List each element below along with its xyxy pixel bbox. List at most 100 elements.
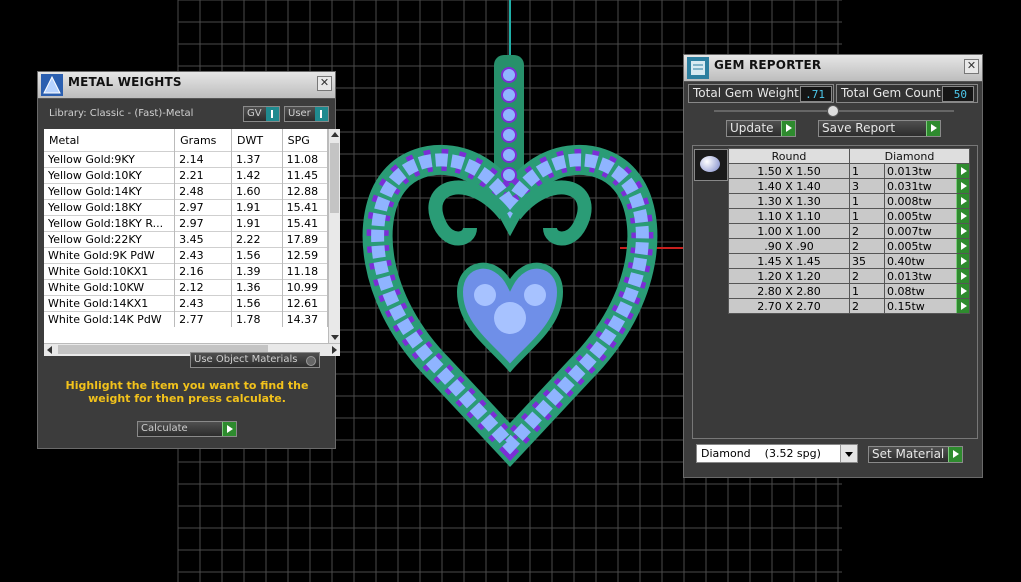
table-row[interactable]: White Gold:14K PdW 2.77 1.78 14.37 xyxy=(44,311,328,327)
save-report-button[interactable]: Save Report xyxy=(818,120,941,137)
chevron-down-icon[interactable] xyxy=(840,445,857,462)
use-object-materials-toggle[interactable]: Use Object Materials xyxy=(190,352,320,368)
table-row[interactable]: White Gold:14KX1 2.43 1.56 12.61 xyxy=(44,295,328,312)
gem-report-table[interactable]: Round Diamond 1.50 X 1.50 1 0.013tw 1.40 X … xyxy=(728,148,970,314)
close-icon[interactable]: ✕ xyxy=(964,59,979,74)
gem-count-cell: 3 xyxy=(849,178,885,194)
table-cell: 2.48 xyxy=(174,183,233,200)
cell-text: 0.008tw xyxy=(887,194,932,208)
metal-weights-app-icon xyxy=(41,74,63,96)
play-icon xyxy=(926,121,940,136)
gem-row[interactable]: 1.00 X 1.00 2 0.007tw xyxy=(728,223,970,239)
select-gem-icon[interactable] xyxy=(956,194,969,208)
gem-row[interactable]: 2.70 X 2.70 2 0.15tw xyxy=(728,298,970,314)
gem-row[interactable]: 1.40 X 1.40 3 0.031tw xyxy=(728,178,970,194)
close-icon[interactable]: ✕ xyxy=(317,76,332,91)
play-icon xyxy=(948,447,962,462)
select-gem-icon[interactable] xyxy=(956,179,969,193)
select-gem-icon[interactable] xyxy=(956,164,969,178)
col-spg[interactable]: SPG xyxy=(282,129,328,152)
cell-text: 1.50 X 1.50 xyxy=(757,164,821,178)
gem-row[interactable]: 2.80 X 2.80 1 0.08tw xyxy=(728,283,970,299)
toggle-icon xyxy=(266,107,279,121)
cell-text: 0.005tw xyxy=(887,209,932,223)
gem-size-cell: 1.10 X 1.10 xyxy=(728,208,850,224)
gem-row[interactable]: 1.20 X 1.20 2 0.013tw xyxy=(728,268,970,284)
cell-text: 3 xyxy=(852,179,859,193)
stone-header: Diamond xyxy=(849,148,970,164)
gem-reporter-titlebar[interactable]: GEM REPORTER ✕ xyxy=(684,55,982,82)
table-row[interactable]: Yellow Gold:22KY 3.45 2.22 17.89 xyxy=(44,231,328,248)
scroll-thumb[interactable] xyxy=(330,143,339,213)
calculate-label: Calculate xyxy=(141,423,188,434)
metal-weights-titlebar[interactable]: METAL WEIGHTS ✕ xyxy=(38,72,335,99)
save-report-label: Save Report xyxy=(822,121,896,135)
gem-row[interactable]: 1.45 X 1.45 35 0.40tw xyxy=(728,253,970,269)
instruction-text: Highlight the item you want to find the … xyxy=(65,379,309,405)
cell-text: 0.08tw xyxy=(887,284,925,298)
table-cell: 1.78 xyxy=(231,311,283,327)
round-gem-icon[interactable] xyxy=(694,149,728,181)
gem-row[interactable]: 1.10 X 1.10 1 0.005tw xyxy=(728,208,970,224)
col-metal[interactable]: Metal xyxy=(44,129,176,152)
gem-count-cell: 2 xyxy=(849,268,885,284)
select-gem-icon[interactable] xyxy=(956,224,969,238)
gv-label: GV xyxy=(247,108,262,119)
table-row[interactable]: Yellow Gold:10KY 2.21 1.42 11.45 xyxy=(44,167,328,184)
table-cell: 2.43 xyxy=(174,295,233,312)
gem-size-cell: 2.70 X 2.70 xyxy=(728,298,850,314)
material-select[interactable]: Diamond (3.52 spg) xyxy=(696,444,858,463)
table-cell: 3.45 xyxy=(174,231,233,248)
table-row[interactable]: White Gold:9K PdW 2.43 1.56 12.59 xyxy=(44,247,328,264)
table-cell: 1.91 xyxy=(231,215,283,232)
slider-handle-icon[interactable] xyxy=(827,105,839,117)
scroll-up-arrow[interactable] xyxy=(331,132,339,137)
table-row[interactable]: White Gold:10KW 2.12 1.36 10.99 xyxy=(44,279,328,296)
gv-toggle[interactable]: GV xyxy=(243,106,280,122)
cell-text: 0.15tw xyxy=(887,299,925,313)
table-row[interactable]: Yellow Gold:18KY 2.97 1.91 15.41 xyxy=(44,199,328,216)
table-cell: 2.12 xyxy=(174,279,233,296)
select-gem-icon[interactable] xyxy=(956,284,969,298)
scroll-left-arrow[interactable] xyxy=(47,346,52,354)
gem-weight-cell: 0.008tw xyxy=(884,193,970,209)
table-cell: Yellow Gold:14KY xyxy=(44,183,176,200)
gem-row[interactable]: 1.50 X 1.50 1 0.013tw xyxy=(728,163,970,179)
cell-text: 2 xyxy=(852,299,859,313)
col-dwt[interactable]: DWT xyxy=(231,129,283,152)
select-gem-icon[interactable] xyxy=(956,209,969,223)
gem-size-cell: 1.40 X 1.40 xyxy=(728,178,850,194)
table-cell: 2.97 xyxy=(174,199,233,216)
set-material-button[interactable]: Set Material xyxy=(868,446,963,463)
table-row[interactable]: Yellow Gold:14KY 2.48 1.60 12.88 xyxy=(44,183,328,200)
gem-size-cell: 1.30 X 1.30 xyxy=(728,193,850,209)
select-gem-icon[interactable] xyxy=(956,299,969,313)
col-grams[interactable]: Grams xyxy=(174,129,233,152)
table-row[interactable]: Yellow Gold:18KY R... 2.97 1.91 15.41 xyxy=(44,215,328,232)
table-cell: Yellow Gold:18KY xyxy=(44,199,176,216)
gem-weight-cell: 0.08tw xyxy=(884,283,970,299)
gem-row[interactable]: 1.30 X 1.30 1 0.008tw xyxy=(728,193,970,209)
select-gem-icon[interactable] xyxy=(956,239,969,253)
metal-weight-table[interactable]: Metal Grams DWT SPG Yellow Gold:9KY 2.14 1… xyxy=(44,129,328,343)
table-cell: White Gold:9K PdW xyxy=(44,247,176,264)
radio-icon xyxy=(306,356,316,366)
gem-weight-cell: 0.013tw xyxy=(884,163,970,179)
stone-left xyxy=(474,284,496,306)
user-toggle[interactable]: User xyxy=(284,106,329,122)
gem-count-cell: 1 xyxy=(849,193,885,209)
scroll-down-arrow[interactable] xyxy=(331,335,339,340)
material-select-value: Diamond (3.52 spg) xyxy=(701,447,821,460)
table-cell: 17.89 xyxy=(282,231,328,248)
table-row[interactable]: Yellow Gold:9KY 2.14 1.37 11.08 xyxy=(44,151,328,168)
cell-text: 0.013tw xyxy=(887,164,932,178)
scroll-right-arrow[interactable] xyxy=(332,346,337,354)
select-gem-icon[interactable] xyxy=(956,269,969,283)
table-cell: 2.16 xyxy=(174,263,233,280)
gem-row[interactable]: .90 X .90 2 0.005tw xyxy=(728,238,970,254)
table-row[interactable]: White Gold:10KX1 2.16 1.39 11.18 xyxy=(44,263,328,280)
calculate-button[interactable]: Calculate xyxy=(137,421,237,437)
update-button[interactable]: Update xyxy=(726,120,796,137)
vertical-scrollbar[interactable] xyxy=(328,129,340,343)
select-gem-icon[interactable] xyxy=(956,254,969,268)
